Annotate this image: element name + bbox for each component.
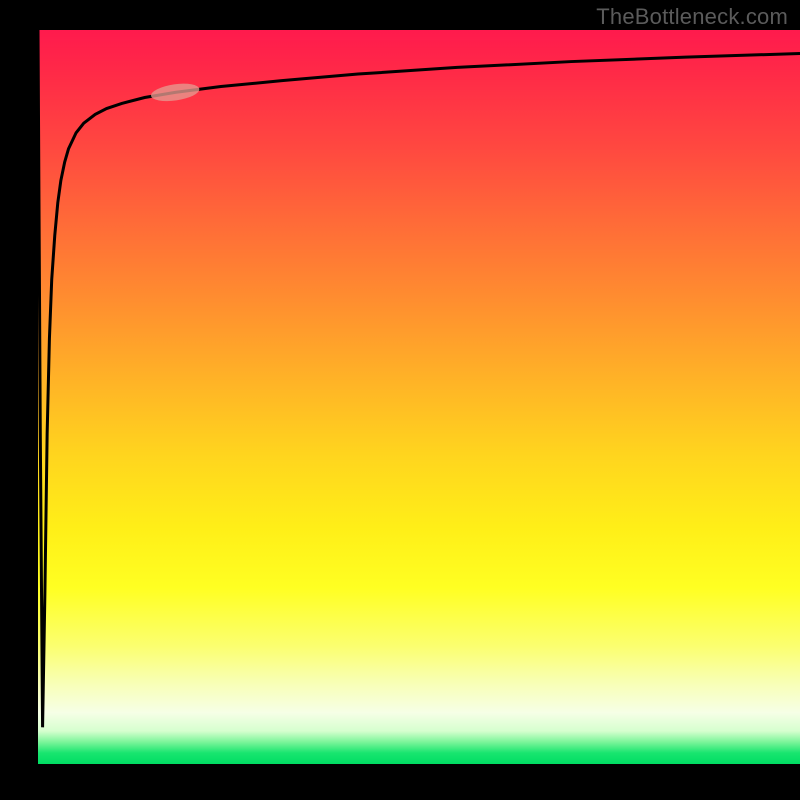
attribution-text: TheBottleneck.com xyxy=(596,4,788,30)
bottleneck-curve xyxy=(38,30,800,727)
plot-area xyxy=(38,30,800,764)
highlight-marker xyxy=(150,81,201,104)
chart-canvas: TheBottleneck.com xyxy=(0,0,800,800)
curve-layer xyxy=(38,30,800,764)
